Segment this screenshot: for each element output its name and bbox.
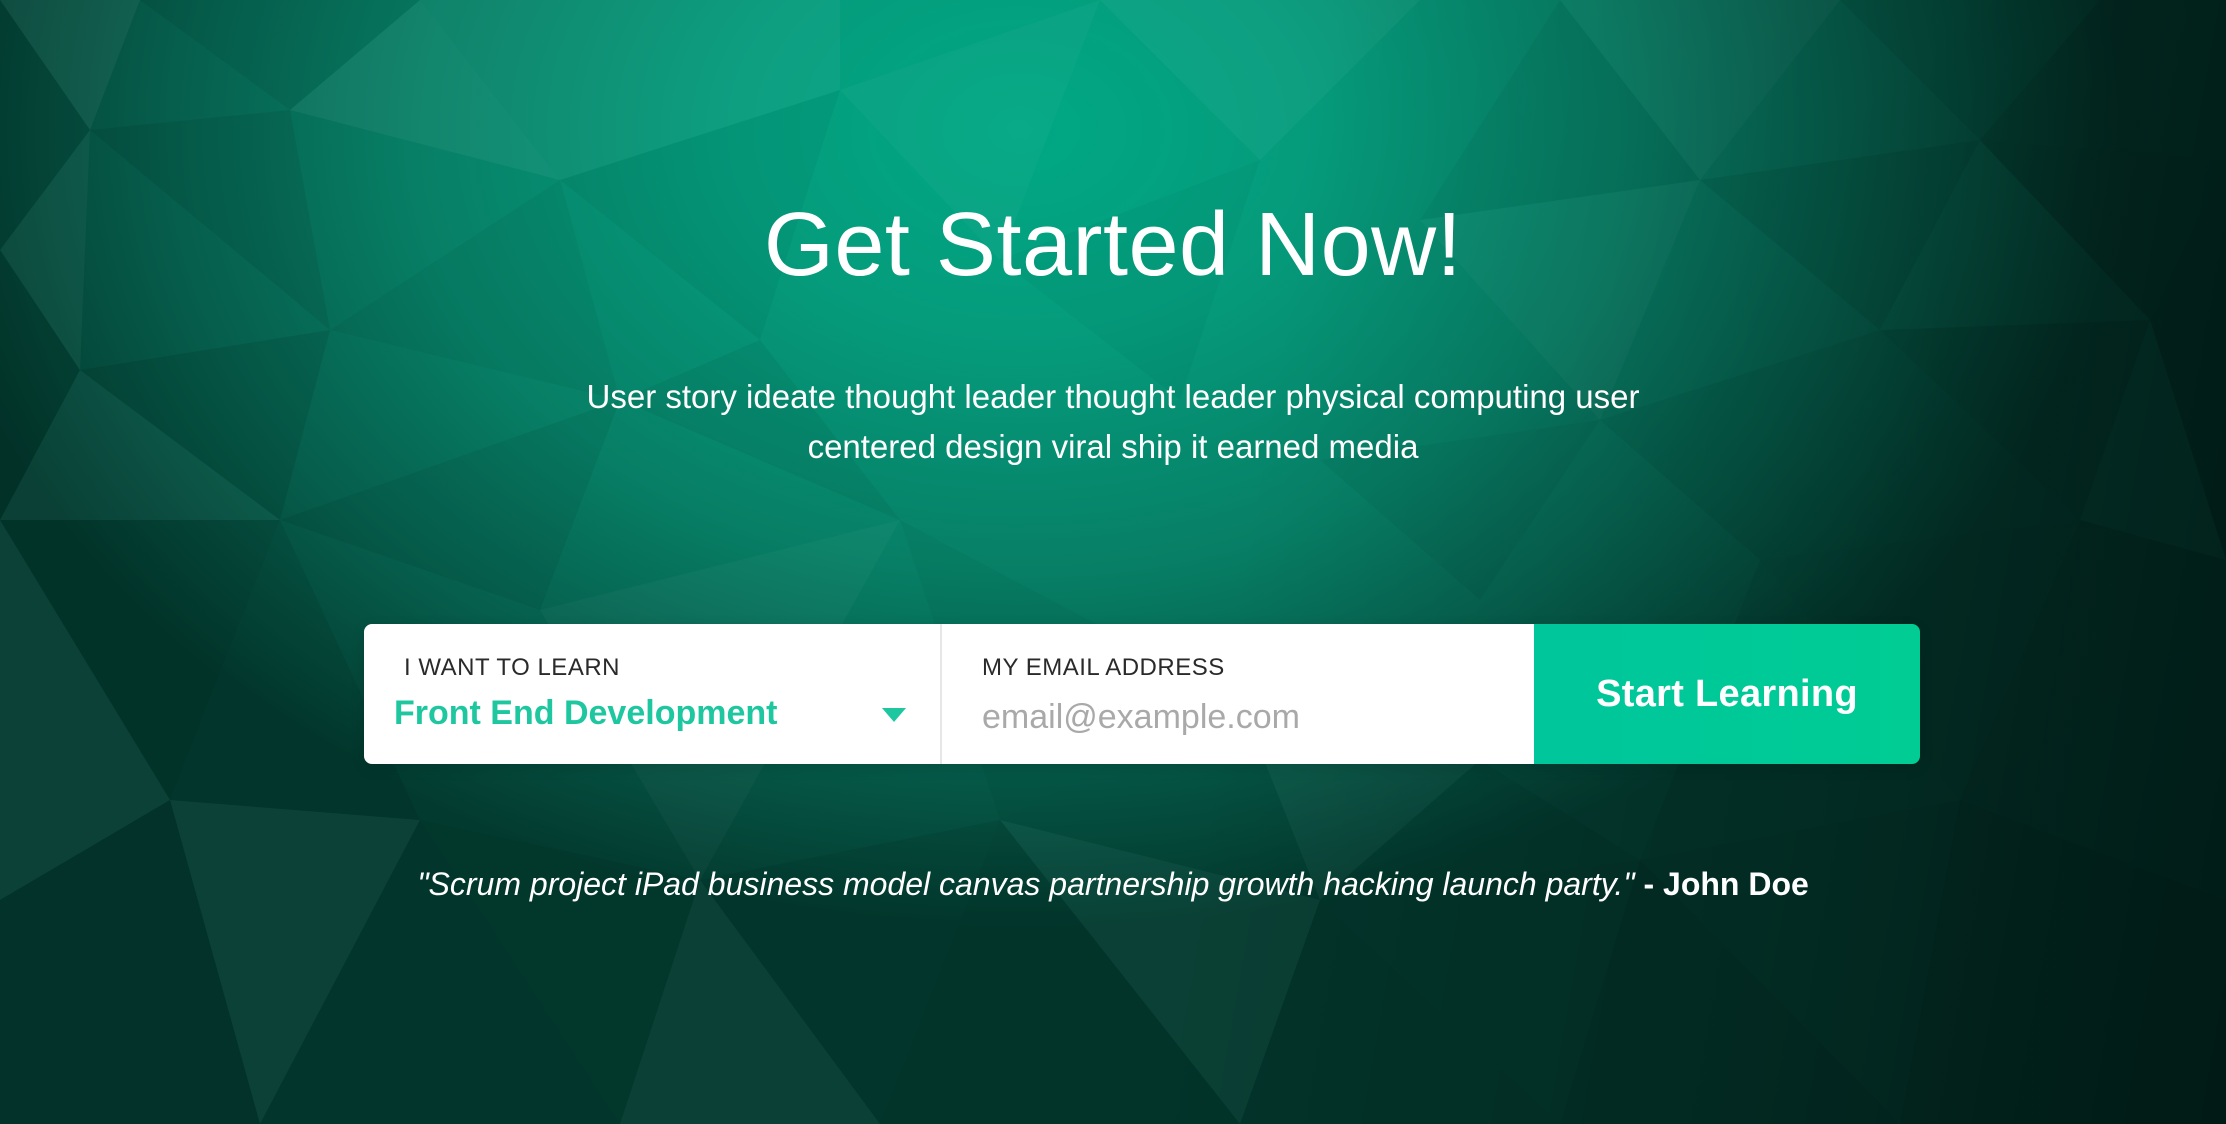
testimonial-quote: "Scrum project iPad business model canva… — [417, 866, 1635, 902]
page-title: Get Started Now! — [763, 195, 1463, 295]
testimonial-author: John Doe — [1663, 866, 1809, 902]
testimonial: "Scrum project iPad business model canva… — [0, 866, 2226, 903]
hero-section: Get Started Now! User story ideate thoug… — [0, 0, 2226, 1124]
email-field[interactable] — [982, 690, 1502, 744]
page-subtitle: User story ideate thought leader thought… — [586, 378, 1640, 465]
testimonial-separator: - — [1634, 866, 1664, 902]
low-poly-background — [0, 0, 2226, 1124]
start-learning-button[interactable]: Start Learning — [1534, 624, 1920, 764]
email-field-container: MY EMAIL ADDRESS — [942, 624, 1534, 764]
email-field-label: MY EMAIL ADDRESS — [982, 654, 1225, 681]
learn-select[interactable]: I WANT TO LEARN Front End Development — [364, 624, 942, 764]
signup-form: I WANT TO LEARN Front End Development MY… — [364, 624, 1920, 764]
learn-select-trigger[interactable] — [364, 624, 940, 764]
